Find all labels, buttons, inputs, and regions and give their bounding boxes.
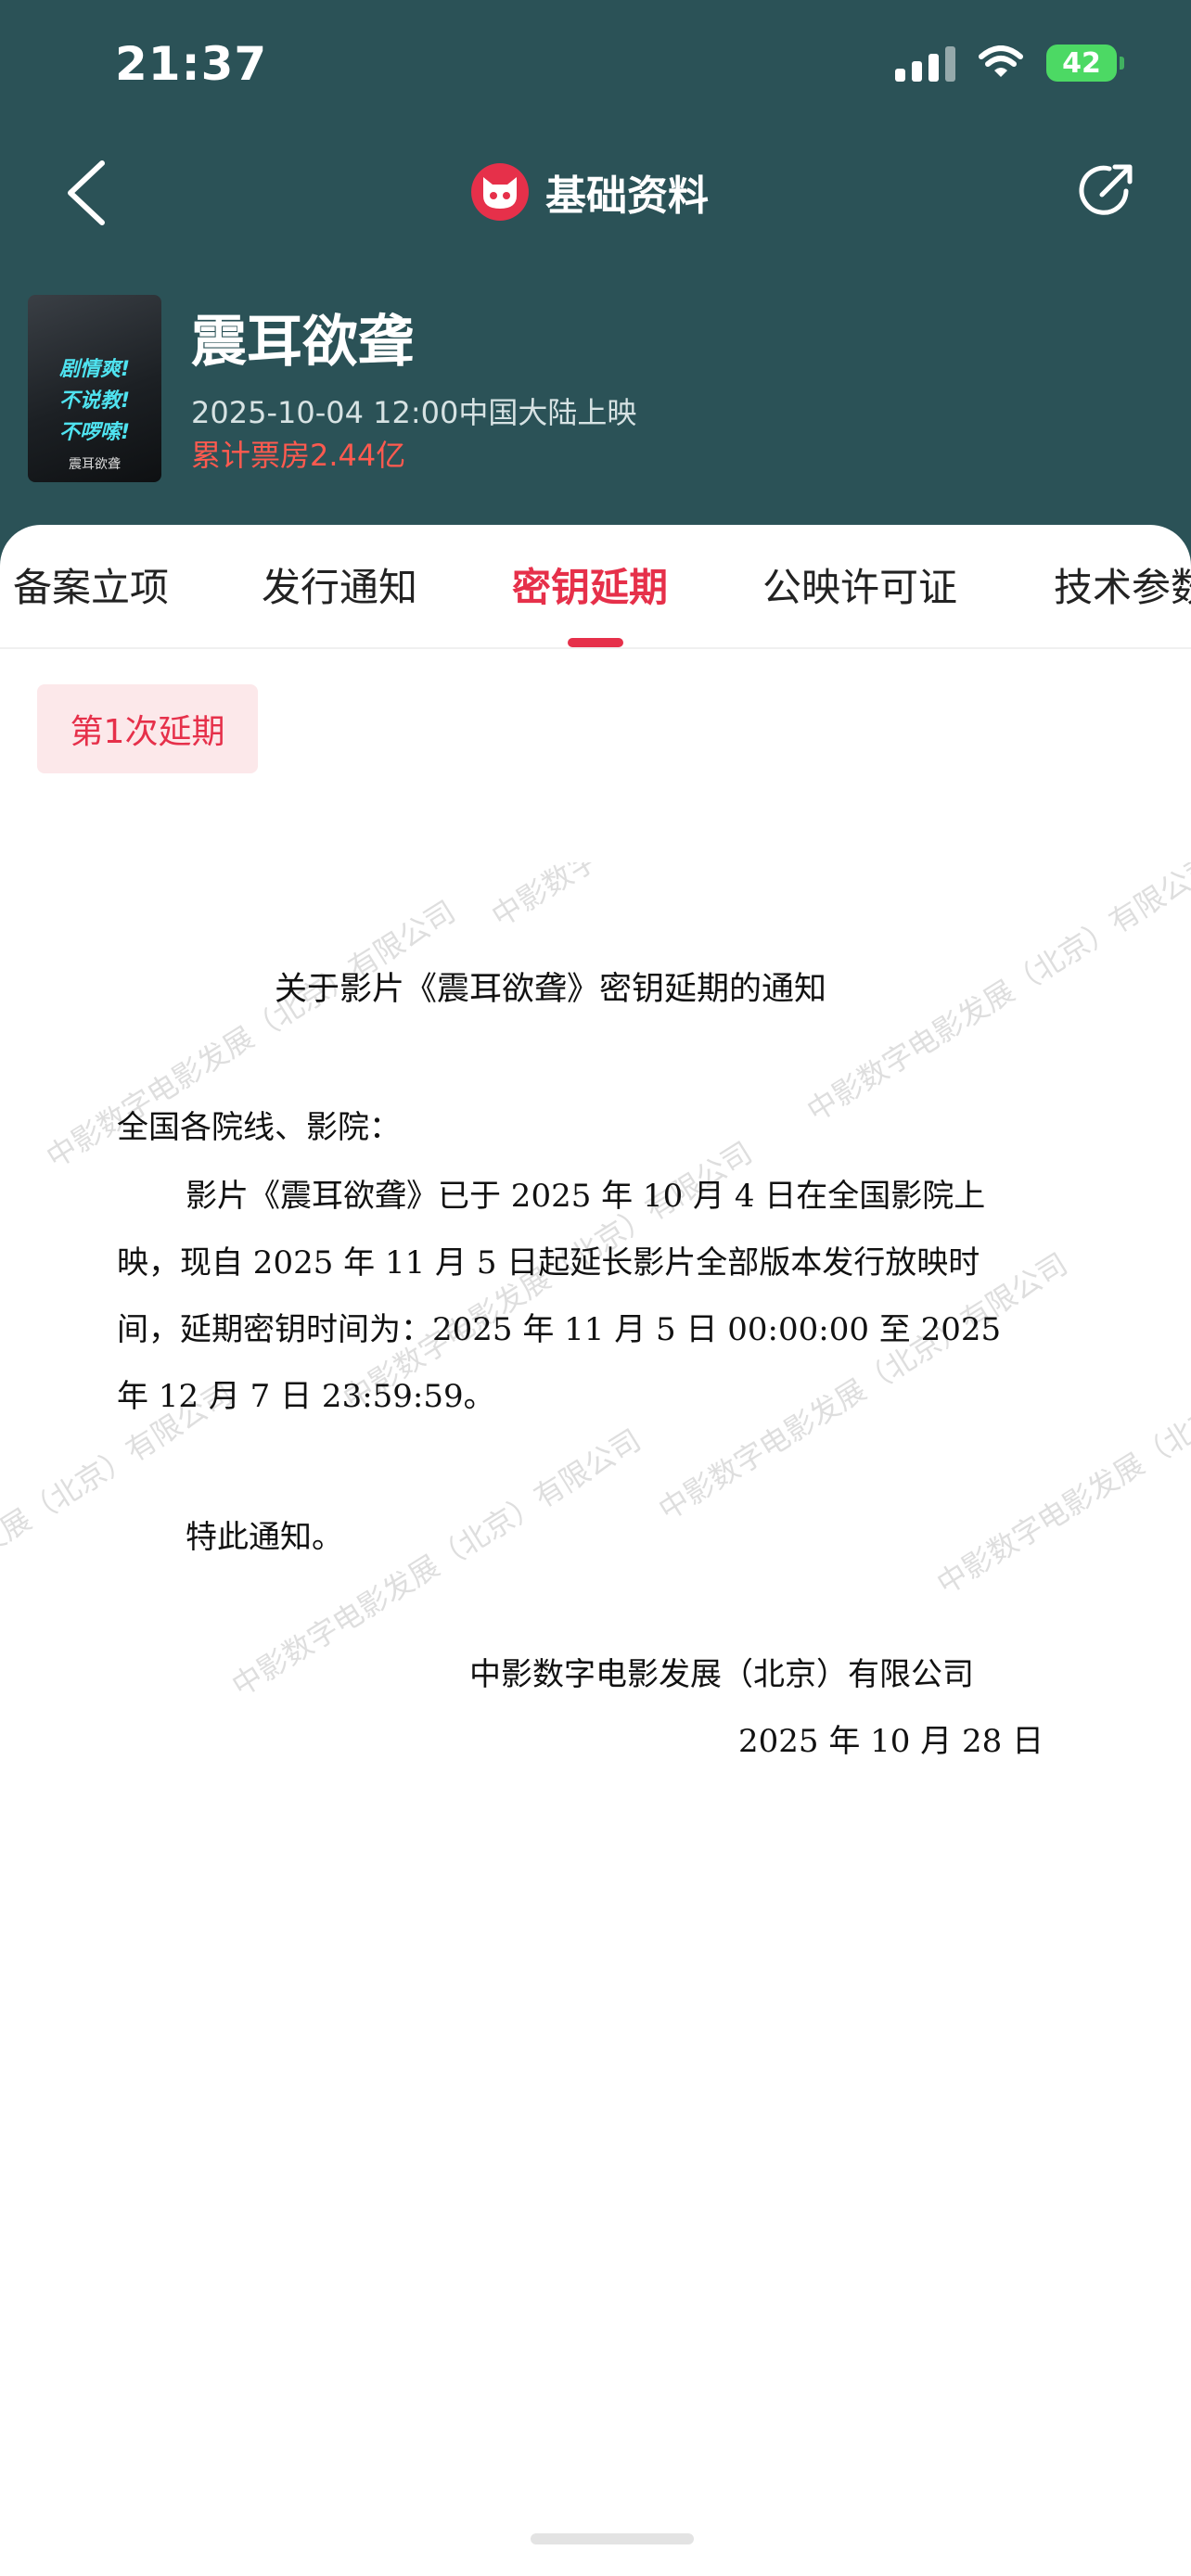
cat-logo-icon — [471, 163, 529, 221]
active-tab-indicator — [568, 638, 623, 647]
document-body-line: 映，现自 2025 年 11 月 5 日起延长影片全部版本发行放映时 — [117, 1244, 980, 1282]
back-arrow-icon[interactable] — [59, 158, 111, 228]
status-indicators: 42 — [895, 45, 1124, 82]
status-time: 21:37 — [115, 37, 268, 91]
page-title: 基础资料 — [545, 172, 709, 220]
movie-title: 震耳欲聋 — [191, 310, 414, 375]
poster-tagline-1: 剧情爽! — [58, 358, 131, 381]
movie-poster[interactable]: 剧情爽! 不说教! 不啰嗦! 震耳欲聋 — [28, 295, 161, 482]
tab-bar: 备案立项 发行通知 密钥延期 公映许可证 技术参数 — [0, 556, 1191, 649]
document-closing: 特此通知。 — [186, 1519, 343, 1556]
tabs-divider — [0, 647, 1191, 649]
document-body-line: 影片《震耳欲聋》已于 2025 年 10 月 4 日在全国影院上 — [186, 1178, 986, 1215]
cellular-signal-icon — [895, 45, 955, 82]
tab-distribution-notice[interactable]: 发行通知 — [262, 556, 417, 613]
home-indicator — [531, 2533, 694, 2544]
document-body-line: 年 12 月 7 日 23:59:59。 — [117, 1378, 495, 1415]
document-title: 关于影片《震耳欲聋》密钥延期的通知 — [275, 971, 827, 1008]
tab-filing[interactable]: 备案立项 — [13, 556, 169, 613]
poster-title: 震耳欲聋 — [69, 457, 121, 472]
tab-technical-params[interactable]: 技术参数 — [1054, 556, 1191, 613]
watermark: 中影数字电影发展（北京）有限公司 — [930, 1320, 1191, 1602]
document-issuer: 中影数字电影发展（北京）有限公司 — [469, 1656, 974, 1693]
release-date: 2025-10-04 12:00中国大陆上映 — [191, 395, 637, 430]
document-date: 2025 年 10 月 28 日 — [738, 1723, 1044, 1760]
battery-icon: 42 — [1046, 45, 1124, 82]
poster-tagline-2: 不说教! — [58, 389, 131, 413]
notice-document: 中影数字电影发展（北京）有限公司 中影数字电影发展（北京）有限公司 中影数字电影… — [0, 862, 1191, 1808]
tab-screening-license[interactable]: 公映许可证 — [762, 556, 957, 613]
document-body-line: 间，延期密钥时间为：2025 年 11 月 5 日 00:00:00 至 202… — [117, 1311, 1002, 1348]
watermark: 中影数字电影发展（北京）有限公司 — [482, 862, 908, 936]
watermark: 中影数字电影发展（北京）有限公司 — [652, 1245, 1074, 1528]
box-office: 累计票房2.44亿 — [191, 438, 406, 473]
wifi-icon — [979, 45, 1023, 77]
tab-key-extension[interactable]: 密钥延期 — [512, 556, 668, 613]
nav-title: 基础资料 — [471, 159, 709, 224]
watermark: 中影数字电影发展（北京）有限公司 — [800, 862, 1191, 1129]
poster-tagline-3: 不啰嗦! — [58, 421, 131, 444]
share-icon[interactable] — [1074, 159, 1137, 223]
document-salutation: 全国各院线、影院： — [117, 1109, 401, 1146]
extension-chip[interactable]: 第1次延期 — [37, 684, 258, 773]
